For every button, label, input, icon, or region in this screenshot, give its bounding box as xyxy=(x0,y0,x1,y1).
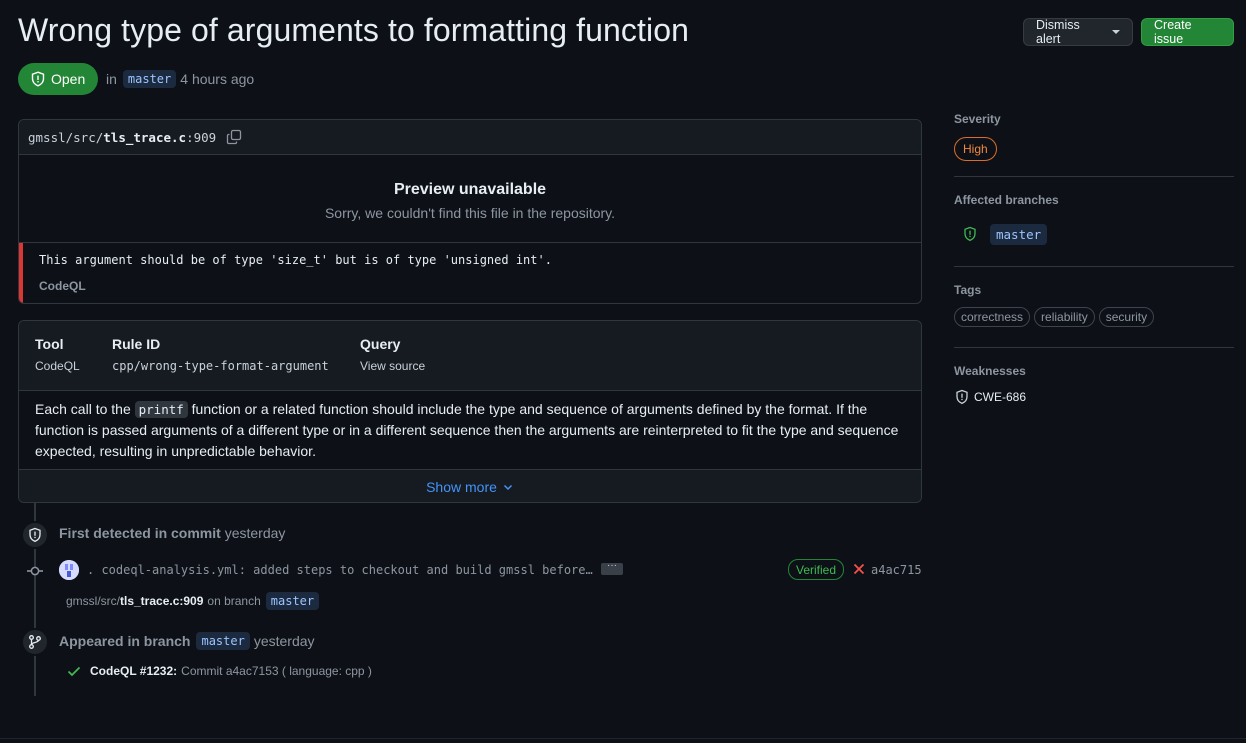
rule-id-label: Rule ID xyxy=(112,336,161,352)
sidebar-divider xyxy=(954,266,1234,267)
detected-path-file[interactable]: tls_trace.c:909 xyxy=(120,594,203,608)
first-detected-event: First detected in commit yesterday xyxy=(59,525,285,541)
status-label: Open xyxy=(51,71,86,87)
file-path-prefix: gmssl/src/ xyxy=(28,129,104,145)
preview-title: Preview unavailable xyxy=(393,181,547,198)
expand-commit-button[interactable]: ··· xyxy=(601,561,623,575)
appeared-label: Appeared in branch xyxy=(59,633,191,649)
sidebar-divider xyxy=(954,176,1234,177)
branch-timeline-badge xyxy=(21,628,49,656)
query-label: Query xyxy=(360,336,401,352)
shield-alert-icon xyxy=(31,71,45,87)
alert-message-text: This argument should be of type 'size_t'… xyxy=(39,253,552,267)
detected-location: gmssl/src/tls_trace.c:909 on branch mast… xyxy=(66,592,323,610)
weakness-label: CWE-686 xyxy=(974,390,1027,404)
footer-divider xyxy=(0,738,1246,739)
show-more-button[interactable]: Show more xyxy=(19,470,921,502)
x-fail-icon[interactable] xyxy=(853,563,865,575)
commit-message-link[interactable]: . codeql-analysis.yml: added steps to ch… xyxy=(87,563,593,577)
description-part1: Each call to the xyxy=(35,401,135,417)
on-branch-label: on branch xyxy=(207,594,261,608)
alert-message-tool: CodeQL xyxy=(39,279,86,293)
first-detected-time: yesterday xyxy=(224,525,286,541)
run-title-link[interactable]: CodeQL #1232: xyxy=(90,664,177,678)
run-detail: Commit a4ac7153 ( language: cpp ) xyxy=(181,664,372,678)
query-column: Query View source xyxy=(360,336,425,373)
weaknesses-heading: Weaknesses xyxy=(954,364,1026,378)
branch-chip[interactable]: master xyxy=(122,70,177,88)
sidebar-divider xyxy=(954,347,1234,348)
avatar-image-icon xyxy=(59,560,79,580)
shield-check-icon xyxy=(964,226,976,242)
preview-area: Preview unavailable Sorry, we couldn't f… xyxy=(19,155,921,243)
breadcrumb-fragment xyxy=(18,0,128,2)
affected-branches-heading: Affected branches xyxy=(954,193,1059,207)
detected-branch-chip[interactable]: master xyxy=(265,592,320,610)
shield-timeline-badge xyxy=(21,521,49,549)
create-issue-label: Create issue xyxy=(1154,18,1192,46)
git-branch-icon xyxy=(29,635,41,649)
appeared-time: yesterday xyxy=(253,633,315,649)
rule-header: Tool CodeQL Rule ID cpp/wrong-type-forma… xyxy=(19,321,921,391)
first-detected-label: First detected in commit xyxy=(59,525,221,541)
alert-message: This argument should be of type 'size_t'… xyxy=(19,243,921,303)
tool-column: Tool CodeQL xyxy=(35,336,80,373)
preview-subtitle: Sorry, we couldn't find this file in the… xyxy=(324,205,616,221)
severity-badge: High xyxy=(954,137,997,161)
dismiss-alert-button[interactable]: Dismiss alert xyxy=(1023,18,1133,46)
rule-id-value: cpp/wrong-type-format-argument xyxy=(112,359,329,373)
tool-value: CodeQL xyxy=(35,359,80,373)
alert-page: Wrong type of arguments to formatting fu… xyxy=(0,0,1246,743)
rule-panel: Tool CodeQL Rule ID cpp/wrong-type-forma… xyxy=(18,320,922,503)
location-panel: gmssl/src/tls_trace.c:909 Preview unavai… xyxy=(18,119,922,304)
appeared-in-branch-event: Appeared in branch master yesterday xyxy=(59,632,315,650)
weakness-link[interactable]: CWE-686 xyxy=(954,389,1026,405)
file-path-header: gmssl/src/tls_trace.c:909 xyxy=(19,120,921,155)
rule-id-column: Rule ID cpp/wrong-type-format-argument xyxy=(112,336,329,373)
show-more-label: Show more xyxy=(426,478,497,495)
tag-list: correctness reliability security xyxy=(954,307,1155,327)
rule-description: Each call to the printf function or a re… xyxy=(19,391,921,470)
tag-reliability[interactable]: reliability xyxy=(1034,307,1095,327)
tags-heading: Tags xyxy=(954,283,982,297)
commit-sha-link[interactable]: a4ac715 xyxy=(871,563,922,577)
affected-branch-chip[interactable]: master xyxy=(990,224,1048,245)
file-name[interactable]: tls_trace.c xyxy=(103,130,186,145)
appeared-branch-chip[interactable]: master xyxy=(196,632,250,650)
commit-icon xyxy=(27,566,43,576)
description-code: printf xyxy=(134,401,188,418)
status-badge: Open xyxy=(18,63,98,95)
check-icon xyxy=(67,666,81,677)
meta-time: 4 hours ago xyxy=(180,71,255,87)
tool-label: Tool xyxy=(35,336,64,352)
create-issue-button[interactable]: Create issue xyxy=(1141,18,1234,46)
analysis-run: CodeQL #1232: Commit a4ac7153 ( language… xyxy=(66,663,372,679)
shield-icon xyxy=(956,389,968,405)
tag-security[interactable]: security xyxy=(1098,307,1155,327)
verified-badge[interactable]: Verified xyxy=(788,559,844,580)
tag-correctness[interactable]: correctness xyxy=(954,307,1031,327)
page-title: Wrong type of arguments to formatting fu… xyxy=(18,12,690,48)
file-line: :909 xyxy=(186,129,217,145)
meta-in-label: in xyxy=(106,71,117,87)
detected-path-prefix: gmssl/src/ xyxy=(66,594,120,608)
chevron-down-icon xyxy=(503,484,512,490)
alert-meta: in master 4 hours ago xyxy=(106,70,254,88)
caret-down-icon xyxy=(1112,30,1120,34)
severity-heading: Severity xyxy=(954,112,1001,126)
copy-icon[interactable] xyxy=(226,129,242,145)
avatar[interactable] xyxy=(59,560,79,580)
shield-icon xyxy=(29,527,41,543)
view-source-link[interactable]: View source xyxy=(360,359,425,373)
dismiss-alert-label: Dismiss alert xyxy=(1036,18,1080,46)
